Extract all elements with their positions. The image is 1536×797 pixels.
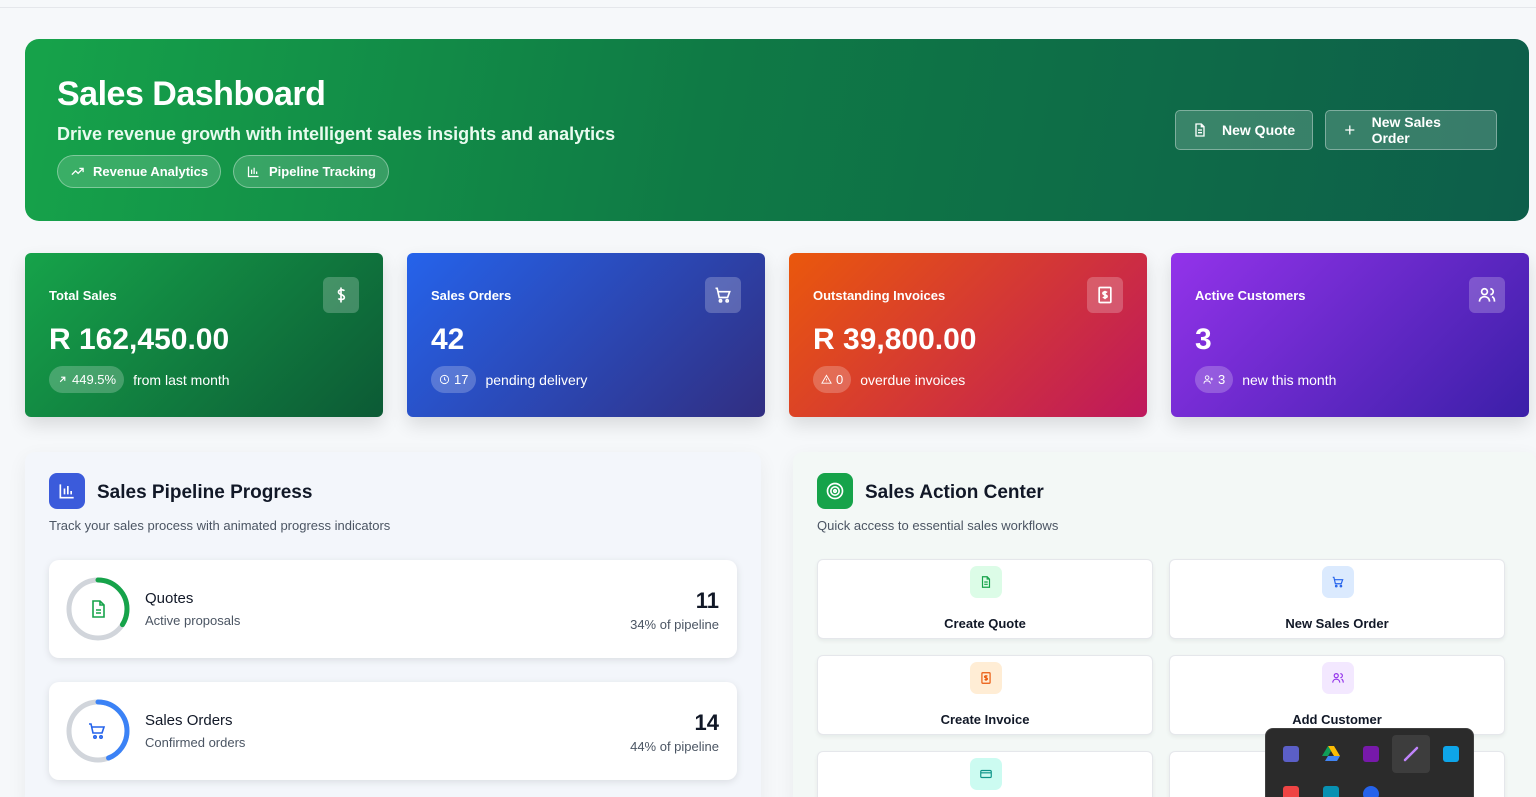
- stat-label: Total Sales: [49, 288, 117, 303]
- panel-title: Sales Action Center: [865, 482, 1044, 503]
- pipeline-name: Sales Orders: [145, 712, 233, 729]
- teams-icon[interactable]: [1272, 735, 1310, 773]
- new-sales-order-label: New Sales Order: [1371, 114, 1441, 146]
- cart-icon: [1322, 566, 1354, 598]
- document-icon: [92, 600, 105, 618]
- stat-card-total-sales[interactable]: Total Sales R 162,450.00 449.5% from las…: [25, 253, 383, 417]
- plus-icon: [1345, 125, 1355, 135]
- panel-description: Track your sales process with animated p…: [49, 518, 391, 533]
- stat-card-active-customers[interactable]: Active Customers 3 3 new this month: [1171, 253, 1529, 417]
- progress-ring: [66, 699, 130, 763]
- chip-text: 0: [836, 372, 844, 387]
- new-quote-label: New Quote: [1222, 122, 1296, 138]
- document-icon: [970, 566, 1002, 598]
- arrow-up-right-icon: [59, 376, 66, 383]
- warning-icon: [821, 374, 832, 384]
- system-tray-overflow: [1265, 728, 1474, 797]
- hero-banner: Sales Dashboard Drive revenue growth wit…: [25, 39, 1529, 221]
- stat-label: Active Customers: [1195, 288, 1306, 303]
- stat-value: R 39,800.00: [813, 323, 977, 356]
- progress-ring: [66, 577, 130, 641]
- stat-note: from last month: [133, 371, 230, 388]
- new-customers-badge: 3: [1195, 366, 1234, 393]
- new-sales-order-button[interactable]: New Sales Order: [1325, 110, 1497, 150]
- target-icon: [817, 473, 853, 509]
- pipeline-sub: Confirmed orders: [145, 735, 246, 750]
- pipeline-card-sales-orders[interactable]: Sales Orders Confirmed orders 14 44% of …: [49, 682, 737, 780]
- create-quote-action[interactable]: Create Quote: [817, 559, 1153, 639]
- chip-text: 17: [454, 372, 469, 387]
- onenote-icon[interactable]: [1352, 735, 1390, 773]
- stat-note: pending delivery: [485, 371, 588, 388]
- pipeline-sub: Active proposals: [145, 613, 241, 628]
- stat-value: 3: [1195, 323, 1212, 356]
- bar-chart-icon: [247, 166, 259, 178]
- page-title: Sales Dashboard: [57, 75, 326, 113]
- window-icon[interactable]: [1432, 735, 1470, 773]
- new-sales-order-action[interactable]: New Sales Order: [1169, 559, 1505, 639]
- google-drive-icon[interactable]: [1312, 735, 1350, 773]
- stat-label: Outstanding Invoices: [813, 288, 946, 303]
- stat-note: new this month: [1242, 371, 1337, 388]
- action-label: Create Quote: [944, 616, 1026, 631]
- clock-icon: [439, 374, 450, 385]
- create-invoice-action[interactable]: Create Invoice: [817, 655, 1153, 735]
- panel-title: Sales Pipeline Progress: [97, 482, 313, 503]
- chip-text: 449.5%: [72, 372, 117, 387]
- card-icon: [970, 758, 1002, 790]
- stat-value: 42: [431, 323, 465, 356]
- trending-up-icon: [71, 167, 84, 176]
- shield-icon[interactable]: [1312, 775, 1350, 797]
- stat-card-outstanding-invoices[interactable]: Outstanding Invoices R 39,800.00 0 overd…: [789, 253, 1147, 417]
- revenue-analytics-pill[interactable]: Revenue Analytics: [57, 155, 222, 188]
- growth-badge: 449.5%: [49, 366, 125, 393]
- action-label: Create Invoice: [940, 712, 1030, 727]
- dollar-icon: [323, 277, 359, 313]
- stat-note: overdue invoices: [860, 371, 966, 388]
- pipeline-card-quotes[interactable]: Quotes Active proposals 11 34% of pipeli…: [49, 560, 737, 658]
- cart-icon: [89, 723, 106, 740]
- pipeline-percent: 44% of pipeline: [630, 739, 719, 754]
- pill-label: Pipeline Tracking: [269, 164, 376, 179]
- stat-card-sales-orders[interactable]: Sales Orders 42 17 pending delivery: [407, 253, 765, 417]
- document-icon: [1195, 123, 1205, 137]
- page-subtitle: Drive revenue growth with intelligent sa…: [57, 124, 616, 144]
- pipeline-count: 11: [695, 588, 719, 613]
- pending-badge: 17: [431, 366, 477, 393]
- pen-icon[interactable]: [1392, 735, 1430, 773]
- users-icon: [1469, 277, 1505, 313]
- panel-description: Quick access to essential sales workflow…: [817, 518, 1059, 533]
- pipeline-name: Quotes: [145, 590, 194, 607]
- pipeline-percent: 34% of pipeline: [630, 617, 719, 632]
- chip-text: 3: [1218, 372, 1226, 387]
- stat-label: Sales Orders: [431, 288, 512, 303]
- app-icon[interactable]: [1272, 775, 1310, 797]
- top-divider: [0, 7, 1536, 8]
- pill-label: Revenue Analytics: [93, 164, 209, 179]
- sales-pipeline-panel: Sales Pipeline Progress Track your sales…: [25, 452, 761, 797]
- user-plus-icon: [1203, 375, 1214, 384]
- cart-icon: [705, 277, 741, 313]
- invoice-icon: [1087, 277, 1123, 313]
- stat-value: R 162,450.00: [49, 323, 230, 356]
- action-label: Add Customer: [1292, 712, 1382, 727]
- add-customer-action[interactable]: Add Customer: [1169, 655, 1505, 735]
- new-quote-button[interactable]: New Quote: [1175, 110, 1313, 150]
- payment-action[interactable]: [817, 751, 1153, 797]
- bar-chart-icon: [49, 473, 85, 509]
- pipeline-count: 14: [694, 710, 719, 735]
- bluetooth-icon[interactable]: [1352, 775, 1390, 797]
- users-icon: [1322, 662, 1354, 694]
- action-label: New Sales Order: [1285, 616, 1389, 631]
- pipeline-tracking-pill[interactable]: Pipeline Tracking: [233, 155, 389, 188]
- overdue-badge: 0: [813, 366, 852, 393]
- invoice-icon: [970, 662, 1002, 694]
